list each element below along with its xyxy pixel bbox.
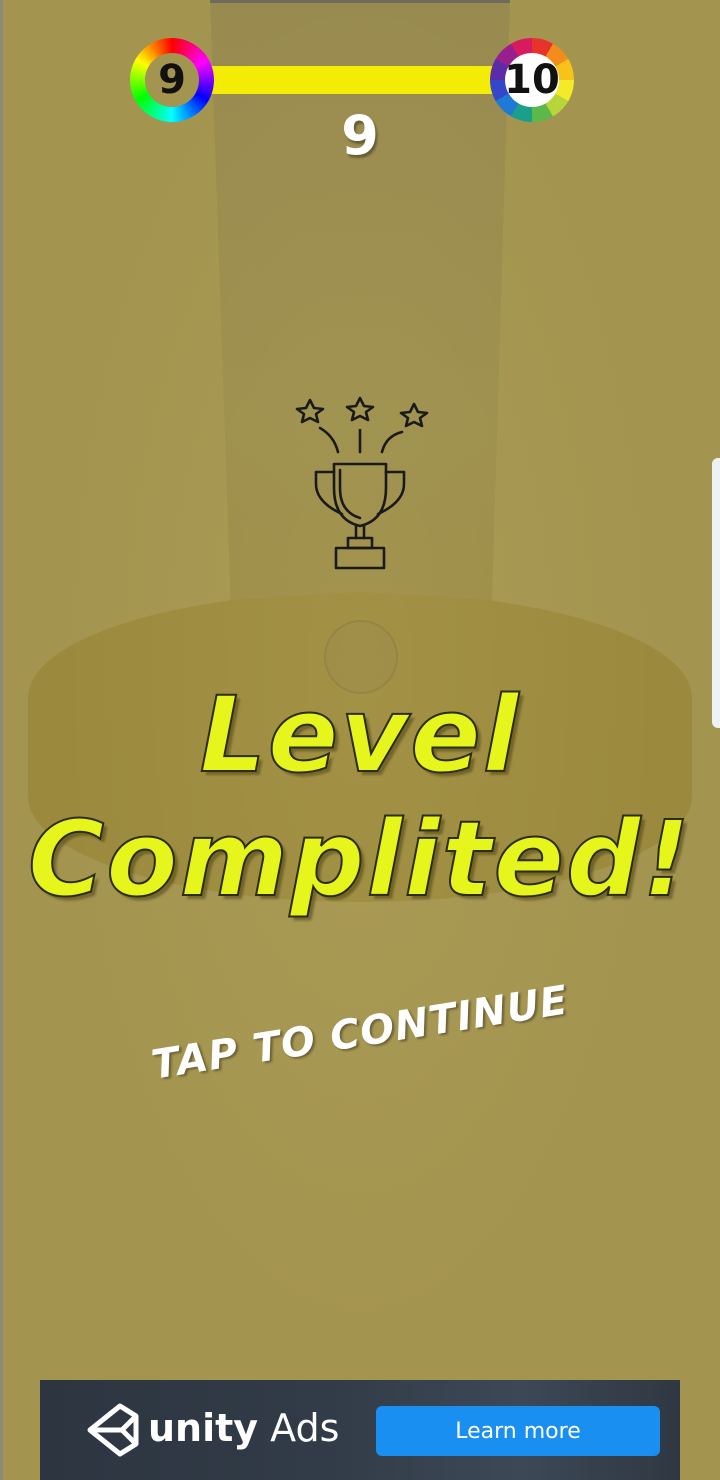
current-level-number: 9 — [158, 57, 186, 103]
level-progress-bar — [200, 66, 510, 94]
ad-banner[interactable]: unity Ads Learn more — [40, 1380, 680, 1480]
next-level-number: 10 — [504, 57, 560, 103]
level-title: Level — [199, 674, 521, 796]
next-level-badge: 10 — [490, 38, 574, 122]
ad-brand-suffix: Ads — [270, 1406, 340, 1450]
ad-brand-name: unity — [148, 1406, 259, 1450]
completed-title: Complited! — [27, 798, 692, 920]
game-screen[interactable]: 9 10 9 Level Complited! TAP TO CONTINUE — [0, 0, 720, 1480]
unity-logo-icon — [87, 1403, 139, 1457]
score-counter: 9 — [341, 104, 379, 167]
current-level-badge: 9 — [130, 38, 214, 122]
star-icon — [345, 396, 375, 422]
ad-brand: unity Ads — [148, 1406, 339, 1450]
trophy-icon — [295, 396, 429, 570]
star-icon — [399, 402, 429, 428]
star-icon — [295, 398, 325, 424]
learn-more-button[interactable]: Learn more — [376, 1406, 660, 1456]
